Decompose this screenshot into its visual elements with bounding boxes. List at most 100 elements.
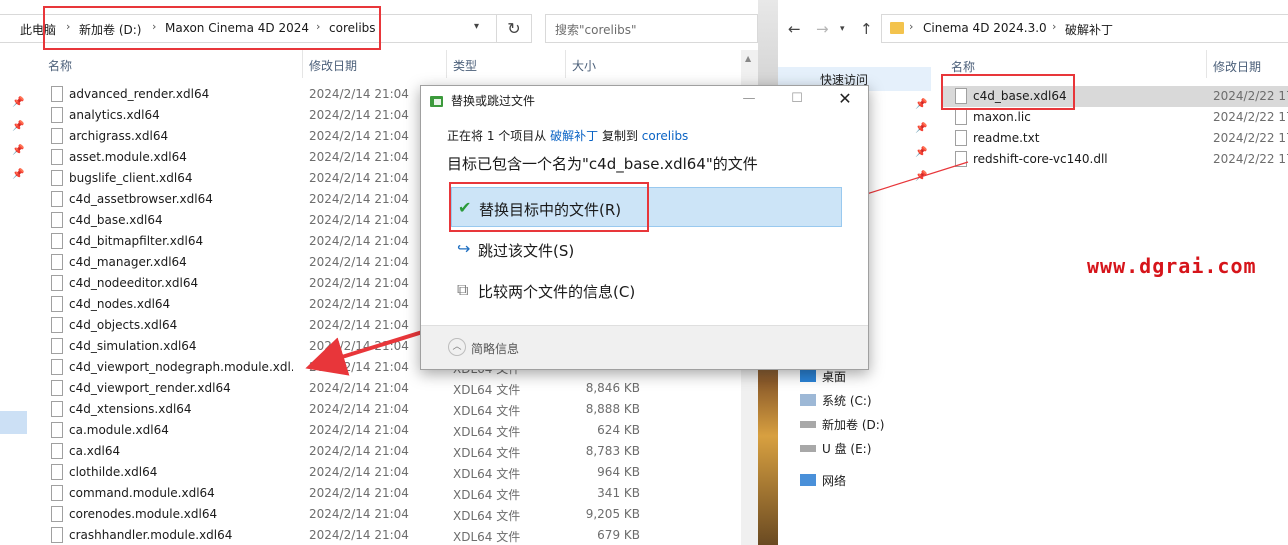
highlight-box-source-file [941, 74, 1075, 110]
file-icon [955, 130, 967, 146]
file-date: 2024/2/14 21:04 [309, 423, 409, 437]
file-type: XDL64 文件 [453, 530, 521, 544]
file-icon [51, 506, 63, 522]
maximize-button[interactable]: ☐ [774, 90, 820, 110]
nav-drive-e[interactable]: U 盘 (E:) [800, 440, 871, 457]
file-date: 2024/2/22 17 [1213, 110, 1288, 124]
file-type: XDL64 文件 [453, 509, 521, 523]
recent-dropdown-icon[interactable]: ▾ [840, 24, 845, 34]
forward-arrow-icon[interactable]: → [816, 20, 829, 38]
less-info-toggle[interactable]: 简略信息 [471, 340, 519, 357]
nav-drive-d[interactable]: 新加卷 (D:) [800, 416, 884, 433]
file-row[interactable]: clothilde.xdl64 2024/2/14 21:04 XDL64 文件 96… [0, 462, 758, 483]
file-row[interactable]: c4d_viewport_render.xdl64 2024/2/14 21:04… [0, 378, 758, 399]
folder-icon [890, 22, 904, 34]
file-date: 2024/2/14 21:04 [309, 507, 409, 521]
file-name: archigrass.xdl64 [69, 129, 169, 143]
file-date: 2024/2/14 21:04 [309, 213, 409, 227]
file-icon [51, 170, 63, 186]
pin-icon[interactable]: 📌 [915, 171, 927, 183]
destination-folder-link[interactable]: corelibs [642, 129, 689, 143]
source-folder-link[interactable]: 破解补丁 [550, 129, 598, 143]
column-header-name[interactable]: 名称 [48, 57, 72, 74]
file-type: XDL64 文件 [453, 404, 521, 418]
file-type: XDL64 文件 [453, 467, 521, 481]
file-name: redshift-core-vc140.dll [973, 152, 1108, 166]
file-row[interactable]: maxon.lic 2024/2/22 17 [941, 107, 1288, 128]
file-date: 2024/2/14 21:04 [309, 108, 409, 122]
file-name: analytics.xdl64 [69, 108, 160, 122]
file-date: 2024/2/14 21:04 [309, 297, 409, 311]
file-size: 8,783 KB [585, 444, 640, 458]
address-dropdown-icon[interactable]: ▾ [474, 21, 479, 32]
column-header-size[interactable]: 大小 [572, 57, 596, 74]
nav-drive-e-label: U 盘 (E:) [822, 442, 872, 456]
copy-prefix: 正在将 1 个项目从 [447, 129, 547, 143]
copy-dialog-icon [430, 96, 443, 107]
file-name: ca.module.xdl64 [69, 423, 169, 437]
file-row[interactable]: corenodes.module.xdl64 2024/2/14 21:04 XDL… [0, 504, 758, 525]
search-input[interactable]: 搜索"corelibs" [545, 14, 758, 43]
back-arrow-icon[interactable]: ← [788, 20, 801, 38]
file-row[interactable]: redshift-core-vc140.dll 2024/2/22 17 [941, 149, 1288, 170]
close-button[interactable]: ✕ [822, 90, 868, 110]
nav-desktop[interactable]: 桌面 [800, 368, 846, 385]
file-date: 2024/2/22 17 [1213, 89, 1288, 103]
file-date: 2024/2/14 21:04 [309, 486, 409, 500]
file-row[interactable]: ca.xdl64 2024/2/14 21:04 XDL64 文件 8,783 KB [0, 441, 758, 462]
file-row[interactable]: readme.txt 2024/2/22 17 [941, 128, 1288, 149]
column-divider[interactable] [1206, 50, 1207, 78]
nav-drive-c[interactable]: 系统 (C:) [800, 392, 872, 409]
file-icon [51, 443, 63, 459]
nav-network[interactable]: 网络 [800, 472, 846, 489]
watermark: www.dgrai.com [1087, 254, 1257, 278]
file-date: 2024/2/14 21:04 [309, 234, 409, 248]
pin-icon[interactable]: 📌 [915, 123, 927, 135]
file-date: 2024/2/14 21:04 [309, 528, 409, 542]
column-header-name[interactable]: 名称 [951, 58, 975, 75]
file-icon [51, 485, 63, 501]
pin-icon[interactable]: 📌 [915, 99, 927, 111]
file-icon [51, 527, 63, 543]
scroll-up-icon[interactable]: ▲ [745, 54, 751, 63]
file-icon [51, 296, 63, 312]
highlight-box-left-path [43, 6, 381, 50]
file-name: c4d_viewport_nodegraph.module.xdl... [69, 360, 293, 374]
column-divider[interactable] [302, 50, 303, 78]
file-row[interactable]: command.module.xdl64 2024/2/14 21:04 XDL64… [0, 483, 758, 504]
breadcrumb-cinema4d-version[interactable]: Cinema 4D 2024.3.0 [923, 21, 1047, 35]
file-row[interactable]: c4d_xtensions.xdl64 2024/2/14 21:04 XDL64 … [0, 399, 758, 420]
file-icon [51, 275, 63, 291]
address-bar[interactable]: › Cinema 4D 2024.3.0 › 破解补丁 [881, 14, 1288, 43]
file-name: c4d_objects.xdl64 [69, 318, 178, 332]
column-header-date[interactable]: 修改日期 [309, 57, 357, 74]
column-divider[interactable] [446, 50, 447, 78]
file-name: command.module.xdl64 [69, 486, 215, 500]
compare-option-label: 比较两个文件的信息(C) [478, 283, 636, 301]
column-header-type[interactable]: 类型 [453, 57, 477, 74]
skip-arrow-icon: ↪ [457, 239, 471, 258]
file-icon [955, 109, 967, 125]
file-icon [51, 338, 63, 354]
refresh-button[interactable]: ↻ [497, 14, 532, 43]
breadcrumb-patch-folder[interactable]: 破解补丁 [1065, 21, 1113, 38]
up-arrow-icon[interactable]: ↑ [860, 20, 873, 38]
file-date: 2024/2/22 17 [1213, 131, 1288, 145]
minimize-button[interactable]: — [726, 90, 772, 110]
file-icon [51, 317, 63, 333]
file-icon [955, 151, 967, 167]
file-date: 2024/2/14 21:04 [309, 360, 409, 374]
skip-option[interactable]: ↪ 跳过该文件(S) [451, 229, 842, 269]
file-name: c4d_viewport_render.xdl64 [69, 381, 231, 395]
file-row[interactable]: crashhandler.module.xdl64 2024/2/14 21:04… [0, 525, 758, 545]
compare-option[interactable]: ⧉ 比较两个文件的信息(C) [451, 270, 842, 310]
highlight-box-replace-option [449, 182, 649, 232]
file-icon [51, 107, 63, 123]
file-size: 341 KB [597, 486, 640, 500]
file-row[interactable]: ca.module.xdl64 2024/2/14 21:04 XDL64 文件 62… [0, 420, 758, 441]
column-header-date[interactable]: 修改日期 [1213, 58, 1261, 75]
column-divider[interactable] [565, 50, 566, 78]
pin-icon[interactable]: 📌 [915, 147, 927, 159]
skip-option-label: 跳过该文件(S) [478, 242, 575, 260]
chevron-up-icon[interactable]: ︿ [448, 338, 466, 356]
